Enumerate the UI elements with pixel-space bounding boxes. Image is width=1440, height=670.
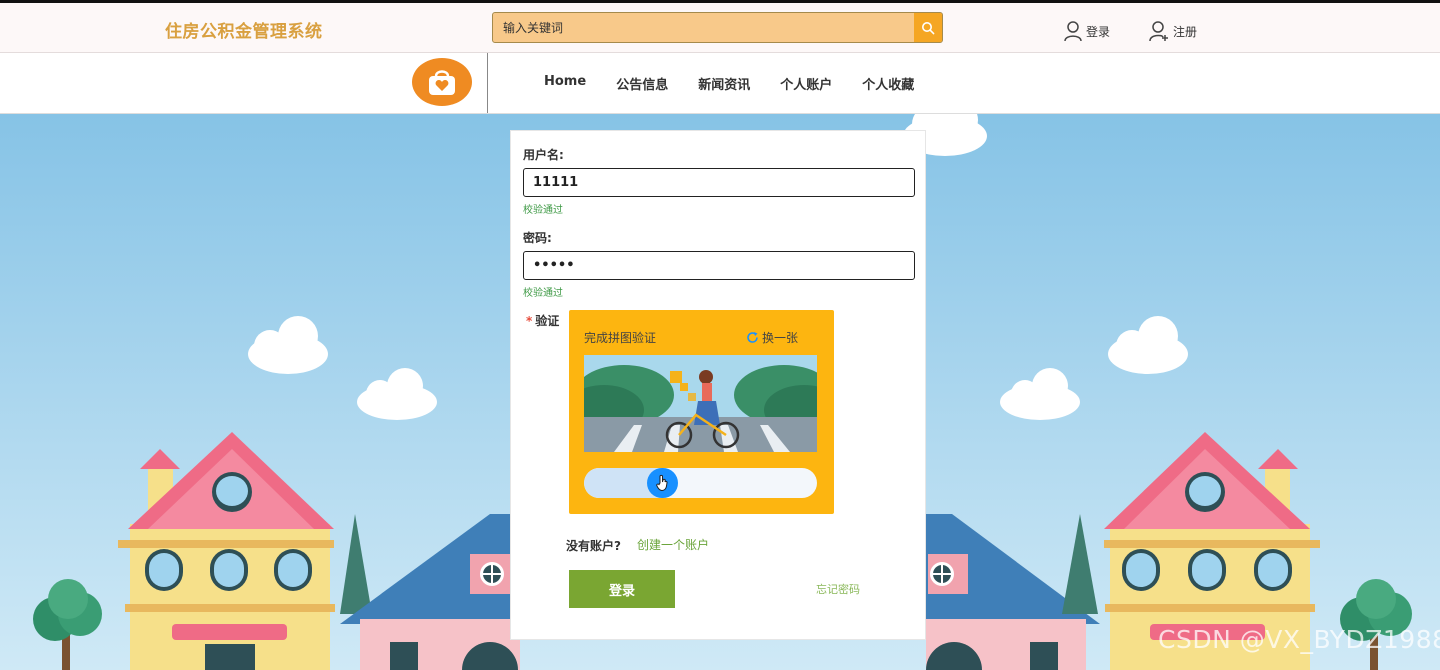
register-link[interactable]: 注册 [1148, 20, 1197, 42]
search-input[interactable] [493, 13, 914, 42]
login-link[interactable]: 登录 [1063, 20, 1110, 42]
login-label: 登录 [1086, 24, 1111, 39]
cursor-hand-icon [655, 474, 668, 492]
verify-label: * 验证 [526, 312, 559, 329]
nav-item-news[interactable]: 新闻资讯 [683, 74, 765, 93]
required-mark: * [526, 314, 533, 328]
puzzle-captcha: 完成拼图验证 换一张 [569, 310, 834, 514]
nav-item-home[interactable]: Home [529, 74, 601, 93]
create-account-link[interactable]: 创建一个账户 [637, 536, 709, 553]
nav-item-favorites[interactable]: 个人收藏 [847, 74, 929, 93]
refresh-icon [747, 332, 758, 343]
username-label: 用户名: [523, 148, 564, 162]
watermark: CSDN @VX_BYDZ1988 [1158, 625, 1440, 654]
nav-item-personal-account[interactable]: 个人账户 [765, 74, 847, 93]
nav-divider [487, 53, 488, 113]
site-logo[interactable] [412, 58, 472, 106]
user-icon [1064, 21, 1082, 42]
shopping-bag-heart-icon [429, 70, 455, 95]
password-validation-hint: 校验通过 [523, 288, 563, 299]
user-plus-icon [1149, 21, 1168, 42]
username-validation-hint: 校验通过 [523, 205, 563, 216]
username-input[interactable] [523, 168, 915, 197]
captcha-slider-handle[interactable] [647, 468, 678, 498]
captcha-image [584, 355, 817, 452]
login-button[interactable]: 登录 [569, 570, 675, 608]
password-label: 密码: [523, 231, 552, 245]
register-label: 注册 [1173, 24, 1198, 39]
login-form: 用户名: 校验通过 密码: 校验通过 *验证 完成拼图验证 换一张 [510, 130, 926, 640]
site-title: 住房公积金管理系统 [165, 22, 323, 42]
top-bar: 住房公积金管理系统 登录 注册 [0, 0, 1440, 53]
forgot-password-link[interactable]: 忘记密码 [816, 581, 860, 597]
nav-item-announcements[interactable]: 公告信息 [601, 74, 683, 93]
captcha-refresh-button[interactable]: 换一张 [746, 329, 798, 346]
search-box [492, 12, 943, 43]
nav-bar: Home 公告信息 新闻资讯 个人账户 个人收藏 [0, 53, 1440, 114]
captcha-title: 完成拼图验证 [584, 331, 657, 345]
captcha-slider-track [584, 468, 817, 498]
search-icon [922, 21, 935, 34]
search-button[interactable] [914, 13, 942, 42]
verify-label-text: 验证 [535, 314, 560, 328]
password-input[interactable] [523, 251, 915, 280]
no-account-text: 没有账户? [566, 539, 621, 553]
captcha-refresh-label: 换一张 [762, 331, 799, 345]
main-nav: Home 公告信息 新闻资讯 个人账户 个人收藏 [529, 74, 929, 93]
